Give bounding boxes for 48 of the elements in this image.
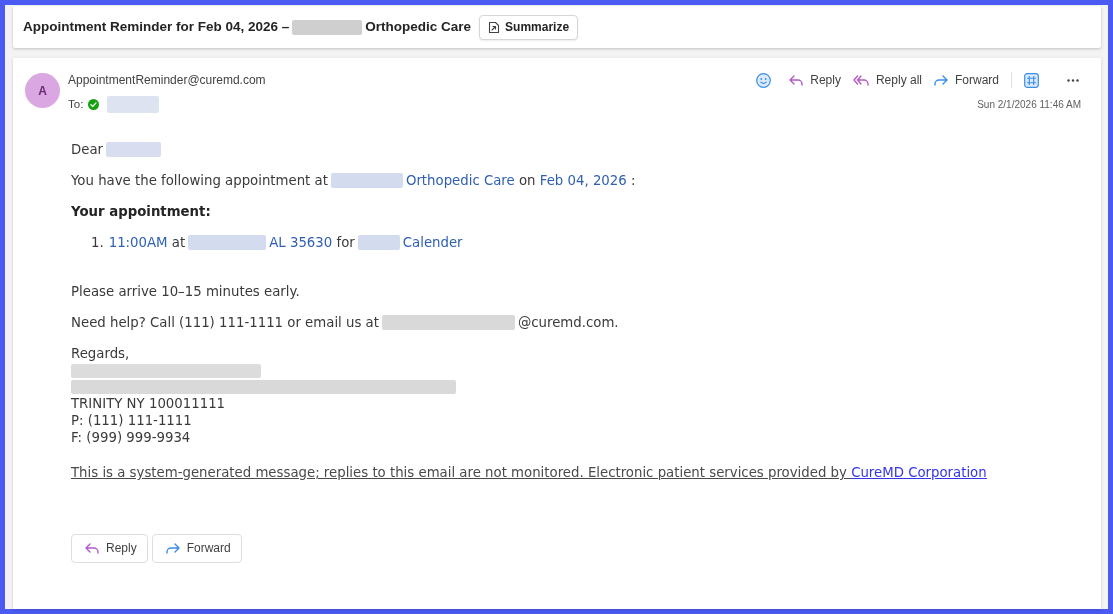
redacted-block	[106, 142, 162, 157]
check-circle-icon	[88, 98, 100, 110]
reply-button[interactable]: Reply	[71, 534, 148, 563]
sender-address: AppointmentReminder@curemd.com	[68, 72, 267, 89]
signature-line: P: (111) 111-1111	[71, 412, 193, 429]
grid-icon	[1024, 72, 1039, 88]
signature-line: TRINITY NY 100011111	[71, 395, 227, 412]
signature-line: Regards,	[71, 345, 131, 362]
document-icon	[488, 20, 501, 34]
list-number: 1.	[91, 234, 104, 251]
body-text: Please arrive 10–15 minutes early.	[71, 284, 300, 299]
highlighted-text: Calender	[402, 235, 463, 250]
body-text: Dear	[71, 142, 104, 157]
body-text: @curemd.com.	[517, 315, 619, 330]
body-text: You have the following appointment at	[71, 173, 328, 188]
smiley-icon	[756, 72, 772, 88]
reply-arrow-icon	[85, 543, 99, 554]
subject-text: Appointment Reminder for Feb 04, 2026 –	[23, 17, 290, 36]
section-heading: Your appointment:	[71, 203, 212, 220]
highlighted-text: Orthopedic Care	[405, 173, 515, 188]
to-label: To:	[68, 97, 84, 112]
redacted-block	[357, 235, 400, 250]
forward-button[interactable]: Forward	[928, 70, 1005, 90]
message-date: Sun 2/1/2026 11:46 AM	[977, 98, 1081, 112]
reply-all-icon	[852, 74, 869, 86]
body-text: Need help? Call (111) 111-1111 or email us at	[71, 315, 379, 330]
highlighted-text: Feb 04, 2026	[539, 173, 627, 188]
reply-arrow-icon	[789, 74, 804, 86]
reply-all-button[interactable]: Reply all	[846, 70, 928, 90]
body-text: at	[171, 235, 186, 250]
body-text: for	[336, 235, 355, 250]
body-text: on	[518, 173, 536, 188]
highlighted-text: AL 35630	[269, 235, 333, 250]
company-link[interactable]: CureMD Corporation	[851, 465, 987, 480]
subject-text: Orthopedic Care	[365, 17, 472, 36]
summarize-button[interactable]: Summarize	[479, 14, 579, 40]
reply-button[interactable]: Reply	[783, 70, 847, 90]
redacted-block	[107, 95, 160, 113]
disclaimer-text: This is a system-generated message; replies to this email are not monitored. Electronic patient services provided by CureMD Corporation	[71, 464, 988, 481]
forward-arrow-icon	[934, 74, 948, 86]
redacted-block	[292, 19, 363, 35]
forward-arrow-icon	[165, 543, 180, 554]
body-text: :	[631, 173, 636, 188]
more-icon	[1067, 78, 1079, 82]
forward-button[interactable]: Forward	[151, 534, 242, 563]
sender-avatar: A	[25, 73, 60, 108]
signature-line: F: (999) 999-9934	[71, 429, 192, 446]
highlighted-text: 11:00AM	[108, 235, 168, 250]
